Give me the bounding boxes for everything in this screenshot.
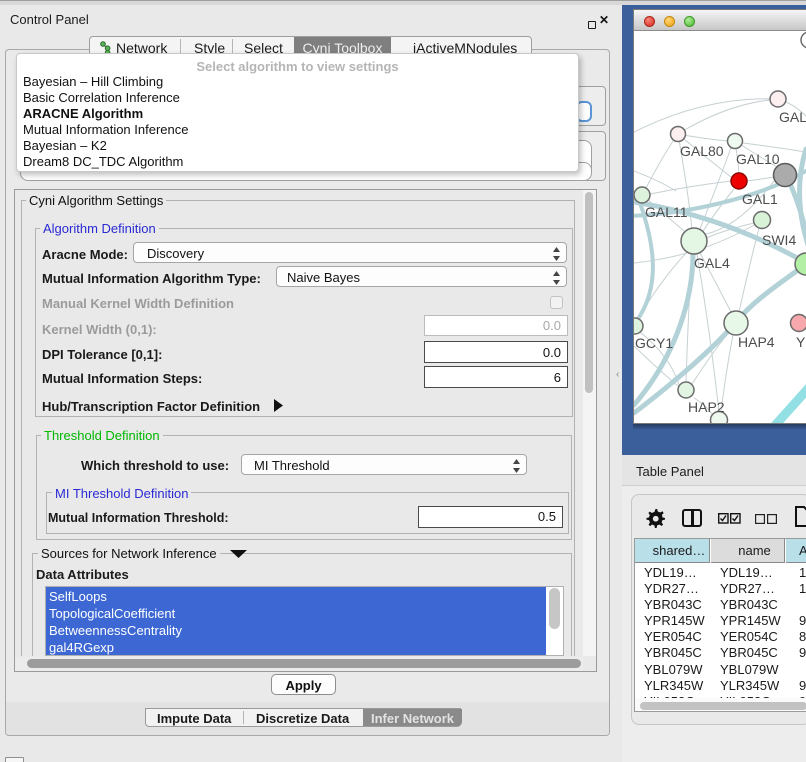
svg-text:GAL10: GAL10 (736, 151, 780, 167)
svg-text:GAL4: GAL4 (694, 255, 730, 271)
svg-text:GAL80: GAL80 (680, 143, 724, 159)
svg-text:SWI4: SWI4 (762, 232, 796, 248)
svg-text:GAL80: GAL80 (779, 109, 806, 125)
svg-text:GAL11: GAL11 (645, 204, 688, 220)
svg-text:HAP4: HAP4 (738, 334, 775, 350)
svg-text:YD: YD (796, 334, 806, 350)
svg-text:HAP2: HAP2 (688, 399, 725, 415)
svg-text:GCY1: GCY1 (635, 335, 673, 351)
svg-text:GAL1: GAL1 (742, 191, 778, 207)
